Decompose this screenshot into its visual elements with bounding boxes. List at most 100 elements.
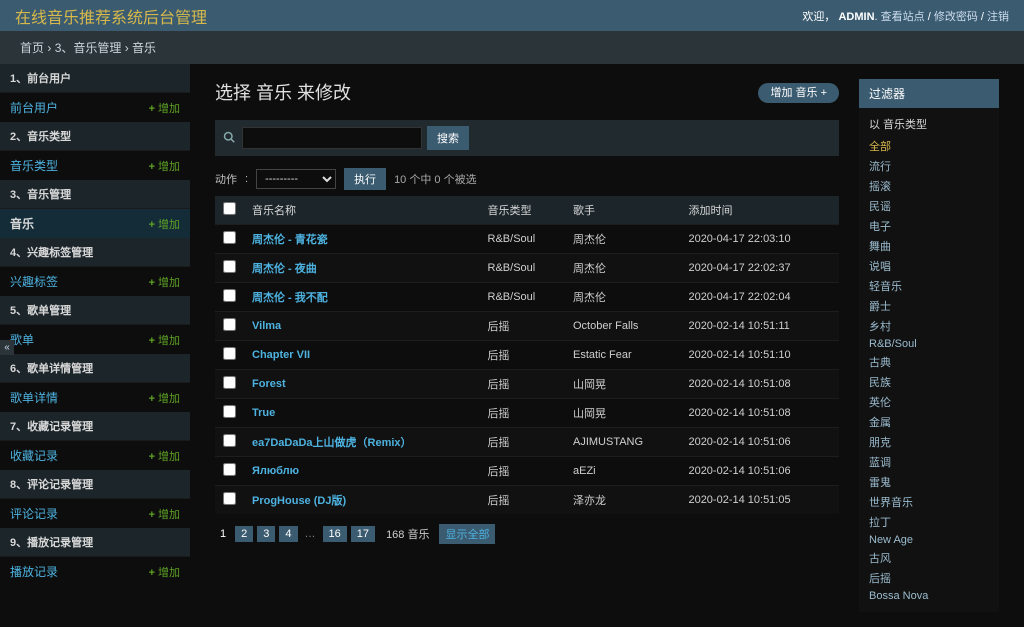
filter-option[interactable]: 全部 — [869, 136, 989, 156]
filter-option[interactable]: 古典 — [869, 352, 989, 372]
filter-option[interactable]: 爵士 — [869, 296, 989, 316]
filter-option-link[interactable]: 民谣 — [869, 201, 891, 213]
row-checkbox[interactable] — [223, 492, 236, 505]
sidebar-add-link[interactable]: 增加 — [149, 158, 180, 174]
row-checkbox[interactable] — [223, 260, 236, 273]
filter-option-link[interactable]: 拉丁 — [869, 517, 891, 529]
filter-option[interactable]: 金属 — [869, 412, 989, 432]
filter-option[interactable]: 电子 — [869, 216, 989, 236]
breadcrumb-home[interactable]: 首页 — [20, 41, 44, 55]
sidebar-add-link[interactable]: 增加 — [149, 390, 180, 406]
col-singer[interactable]: 歌手 — [565, 196, 680, 225]
filter-option[interactable]: 英伦 — [869, 392, 989, 412]
sidebar-add-link[interactable]: 增加 — [149, 564, 180, 580]
filter-option-link[interactable]: 世界音乐 — [869, 497, 913, 509]
filter-option-link[interactable]: 电子 — [869, 221, 891, 233]
filter-option-link[interactable]: 说唱 — [869, 261, 891, 273]
sidebar-item[interactable]: 评论记录 增加 — [0, 498, 190, 528]
filter-option-link[interactable]: 英伦 — [869, 397, 891, 409]
row-name-link[interactable]: Forest — [252, 378, 286, 390]
row-name-link[interactable]: Ялюблю — [252, 465, 299, 477]
filter-option[interactable]: 拉丁 — [869, 512, 989, 532]
sidebar-item-label[interactable]: 歌单详情 — [10, 389, 58, 406]
filter-option-link[interactable]: 古典 — [869, 357, 891, 369]
page-link[interactable]: 17 — [351, 526, 375, 542]
col-type[interactable]: 音乐类型 — [480, 196, 565, 225]
filter-option-link[interactable]: 爵士 — [869, 301, 891, 313]
row-checkbox[interactable] — [223, 434, 236, 447]
row-name-link[interactable]: Vilma — [252, 320, 281, 332]
select-all-checkbox[interactable] — [223, 202, 236, 215]
toggle-nav-icon[interactable]: « — [0, 340, 14, 355]
sidebar-item-label[interactable]: 收藏记录 — [10, 447, 58, 464]
select-all-header[interactable] — [215, 196, 244, 225]
filter-option[interactable]: 流行 — [869, 156, 989, 176]
filter-option[interactable]: 蓝调 — [869, 452, 989, 472]
show-all-link[interactable]: 显示全部 — [439, 524, 495, 544]
filter-option[interactable]: 古风 — [869, 548, 989, 568]
breadcrumb-app[interactable]: 3、音乐管理 — [55, 41, 122, 55]
filter-option-link[interactable]: 轻音乐 — [869, 281, 902, 293]
actions-go-button[interactable]: 执行 — [344, 168, 386, 190]
filter-option-link[interactable]: 朋克 — [869, 437, 891, 449]
sidebar-item[interactable]: 前台用户 增加 — [0, 92, 190, 122]
sidebar-add-link[interactable]: 增加 — [149, 506, 180, 522]
row-checkbox[interactable] — [223, 405, 236, 418]
filter-option[interactable]: R&B/Soul — [869, 336, 989, 352]
search-input[interactable] — [242, 127, 422, 149]
sidebar-item[interactable]: 播放记录 增加 — [0, 556, 190, 586]
filter-option[interactable]: 民谣 — [869, 196, 989, 216]
filter-option[interactable]: New Age — [869, 532, 989, 548]
row-checkbox[interactable] — [223, 318, 236, 331]
filter-option[interactable]: 舞曲 — [869, 236, 989, 256]
row-name-link[interactable]: ea7DaDaDa上山做虎（Remix） — [252, 437, 412, 449]
row-name-link[interactable]: True — [252, 407, 275, 419]
filter-option[interactable]: Bossa Nova — [869, 588, 989, 604]
filter-option[interactable]: 轻音乐 — [869, 276, 989, 296]
col-time[interactable]: 添加时间 — [680, 196, 839, 225]
row-name-link[interactable]: 周杰伦 - 我不配 — [252, 292, 328, 304]
sidebar-item[interactable]: 歌单详情 增加 — [0, 382, 190, 412]
filter-option[interactable]: 朋克 — [869, 432, 989, 452]
row-checkbox[interactable] — [223, 289, 236, 302]
page-link[interactable]: 3 — [257, 526, 275, 542]
filter-option-link[interactable]: 后摇 — [869, 573, 891, 585]
sidebar-add-link[interactable]: 增加 — [149, 448, 180, 464]
sidebar-item[interactable]: 歌单增加 — [0, 324, 190, 354]
filter-option-link[interactable]: 全部 — [869, 141, 891, 153]
row-checkbox[interactable] — [223, 231, 236, 244]
filter-option[interactable]: 世界音乐 — [869, 492, 989, 512]
filter-option[interactable]: 乡村 — [869, 316, 989, 336]
add-music-button[interactable]: 增加 音乐 — [758, 83, 839, 103]
col-name[interactable]: 音乐名称 — [244, 196, 480, 225]
filter-option-link[interactable]: 摇滚 — [869, 181, 891, 193]
sidebar-item-label[interactable]: 评论记录 — [10, 505, 58, 522]
page-link[interactable]: 4 — [279, 526, 297, 542]
row-checkbox[interactable] — [223, 463, 236, 476]
filter-option-link[interactable]: 民族 — [869, 377, 891, 389]
filter-option-link[interactable]: 古风 — [869, 553, 891, 565]
filter-option-link[interactable]: 舞曲 — [869, 241, 891, 253]
sidebar-item-label[interactable]: 播放记录 — [10, 563, 58, 580]
filter-option[interactable]: 民族 — [869, 372, 989, 392]
logout-link[interactable]: 注销 — [987, 11, 1009, 23]
filter-option-link[interactable]: 流行 — [869, 161, 891, 173]
sidebar-item[interactable]: 音乐类型增加 — [0, 150, 190, 180]
sidebar-item[interactable]: 收藏记录 增加 — [0, 440, 190, 470]
filter-option-link[interactable]: R&B/Soul — [869, 338, 917, 350]
page-link[interactable]: 2 — [235, 526, 253, 542]
filter-option-link[interactable]: 金属 — [869, 417, 891, 429]
search-submit-button[interactable] — [427, 126, 469, 150]
view-site-link[interactable]: 查看站点 — [881, 11, 925, 23]
sidebar-add-link[interactable]: 增加 — [149, 216, 180, 232]
filter-option[interactable]: 雷鬼 — [869, 472, 989, 492]
sidebar-item[interactable]: 兴趣标签增加 — [0, 266, 190, 296]
row-checkbox[interactable] — [223, 376, 236, 389]
sidebar-add-link[interactable]: 增加 — [149, 100, 180, 116]
sidebar-item-label[interactable]: 音乐 — [10, 215, 34, 232]
filter-option[interactable]: 摇滚 — [869, 176, 989, 196]
sidebar-item-label[interactable]: 前台用户 — [10, 99, 58, 116]
filter-option-link[interactable]: New Age — [869, 534, 913, 546]
sidebar-item[interactable]: 音乐 增加 — [0, 208, 190, 238]
sidebar-item-label[interactable]: 兴趣标签 — [10, 273, 58, 290]
